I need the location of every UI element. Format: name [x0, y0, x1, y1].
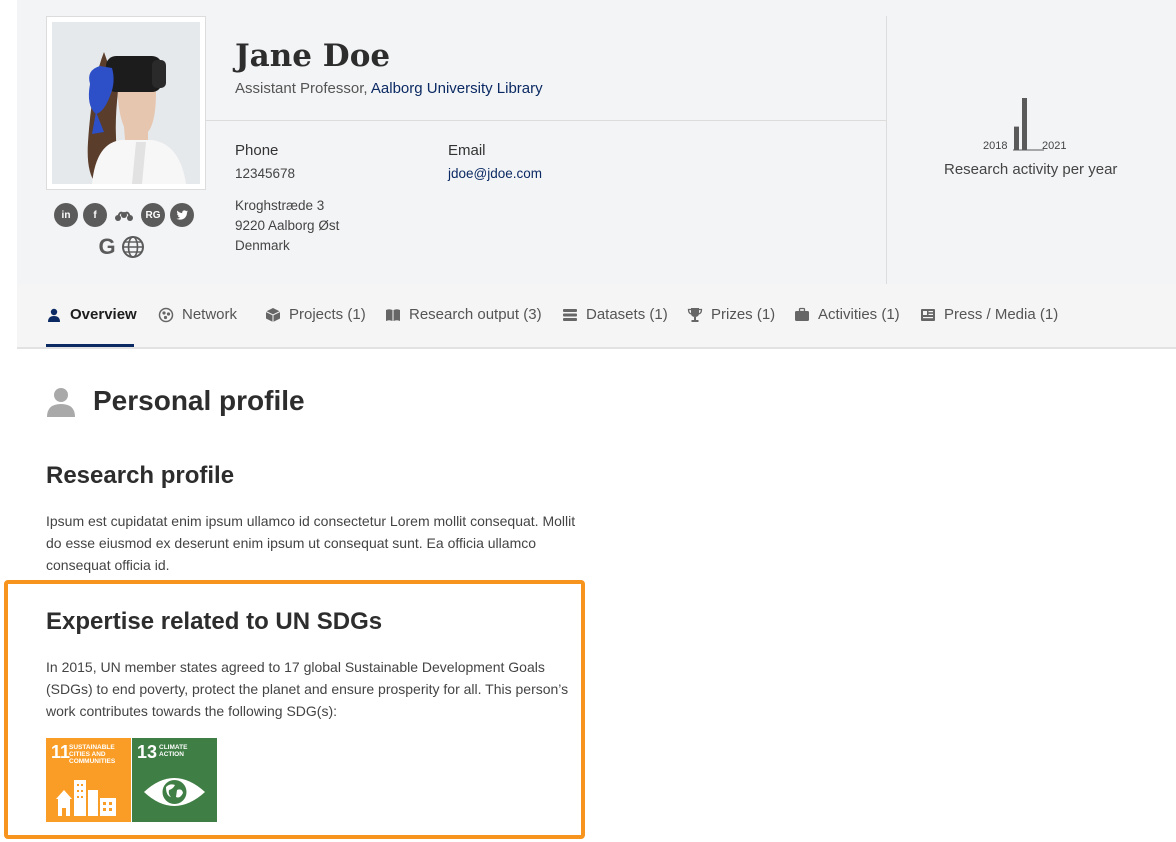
tab-label: Datasets (1) — [586, 306, 668, 323]
activity-bar-2018 — [1014, 126, 1019, 150]
newspaper-icon — [920, 307, 936, 323]
profile-name: Jane Doe — [235, 38, 391, 74]
research-activity-svg: 2018 2021 — [983, 98, 1066, 152]
city-icon — [56, 780, 116, 816]
tab-activities[interactable]: Activities (1) — [794, 306, 900, 323]
tab-label: Overview — [70, 306, 137, 323]
profile-tabs: Overview Network Projects (1) Research o… — [17, 284, 1176, 349]
research-profile-text: Ipsum est cupidatat enim ipsum ullamco i… — [46, 513, 576, 573]
personal-profile-heading: Personal profile — [93, 385, 305, 416]
person-icon — [46, 307, 62, 323]
activity-bar-2019 — [1022, 98, 1027, 150]
header-divider — [206, 120, 886, 121]
person-icon — [46, 387, 76, 422]
researchgate-icon[interactable]: RG — [141, 203, 165, 227]
tab-label: Projects (1) — [289, 306, 366, 323]
activity-start-year: 2018 — [983, 140, 1007, 152]
tab-prizes[interactable]: Prizes (1) — [687, 306, 775, 323]
tab-datasets[interactable]: Datasets (1) — [562, 306, 668, 323]
social-links-secondary: G — [96, 235, 145, 264]
sdg-number: 11 — [51, 742, 71, 762]
active-tab-indicator — [46, 344, 134, 347]
email-link[interactable]: jdoe@jdoe.com — [448, 166, 542, 181]
postal-address: Kroghstræde 3 9220 Aalborg Øst Denmark — [235, 196, 339, 256]
address-line: Kroghstræde 3 — [235, 198, 325, 213]
social-links: in f RG — [54, 203, 194, 227]
database-icon — [562, 307, 578, 323]
eye-globe-icon — [144, 778, 205, 806]
tab-overview[interactable]: Overview — [46, 306, 137, 323]
organization-link[interactable]: Aalborg University Library — [371, 80, 543, 97]
header-vertical-divider — [886, 16, 887, 284]
address-line: Denmark — [235, 238, 290, 253]
research-profile-heading: Research profile — [46, 462, 235, 489]
sdg-heading: Expertise related to UN SDGs — [46, 608, 383, 635]
briefcase-icon — [794, 307, 810, 323]
trophy-icon — [687, 307, 703, 323]
profile-photo — [52, 22, 200, 184]
tab-projects[interactable]: Projects (1) — [265, 306, 366, 323]
phone-label: Phone — [235, 142, 279, 159]
email-label: Email — [448, 142, 486, 159]
profile-position: Assistant Professor, Aalborg University … — [235, 80, 543, 97]
profile-photo-frame — [46, 16, 206, 190]
sdg-11-tile[interactable]: 11 Sustainable cities and communities — [46, 738, 131, 822]
tab-label: Activities (1) — [818, 306, 900, 323]
phone-value: 12345678 — [235, 166, 296, 181]
cube-icon — [265, 307, 281, 323]
globe-icon[interactable] — [121, 235, 145, 264]
sdg-description: In 2015, UN member states agreed to 17 g… — [46, 659, 569, 719]
tab-press-media[interactable]: Press / Media (1) — [920, 306, 1058, 323]
book-icon — [385, 307, 401, 323]
address-line: 9220 Aalborg Øst — [235, 218, 340, 233]
network-icon — [158, 307, 174, 323]
tab-label: Press / Media (1) — [944, 306, 1059, 323]
facebook-icon[interactable]: f — [83, 203, 107, 227]
tab-label: Research output (3) — [409, 306, 542, 323]
twitter-icon[interactable] — [170, 203, 194, 227]
sdg-label: Sustainable cities and communities — [69, 744, 116, 765]
google-scholar-icon[interactable]: G — [96, 235, 118, 264]
tab-label: Prizes (1) — [711, 306, 776, 323]
research-activity-caption: Research activity per year — [944, 161, 1118, 178]
sdg-label: Climate action — [159, 744, 188, 758]
position-title: Assistant Professor, — [235, 80, 368, 97]
sdg-number: 13 — [137, 742, 158, 762]
tab-research-output[interactable]: Research output (3) — [385, 306, 542, 323]
activity-end-year: 2021 — [1042, 140, 1066, 152]
sdg-13-tile[interactable]: 13 Climate action — [132, 738, 217, 822]
tab-network[interactable]: Network — [158, 306, 237, 323]
tab-label: Network — [182, 306, 238, 323]
mendeley-icon[interactable] — [112, 203, 136, 227]
linkedin-icon[interactable]: in — [54, 203, 78, 227]
